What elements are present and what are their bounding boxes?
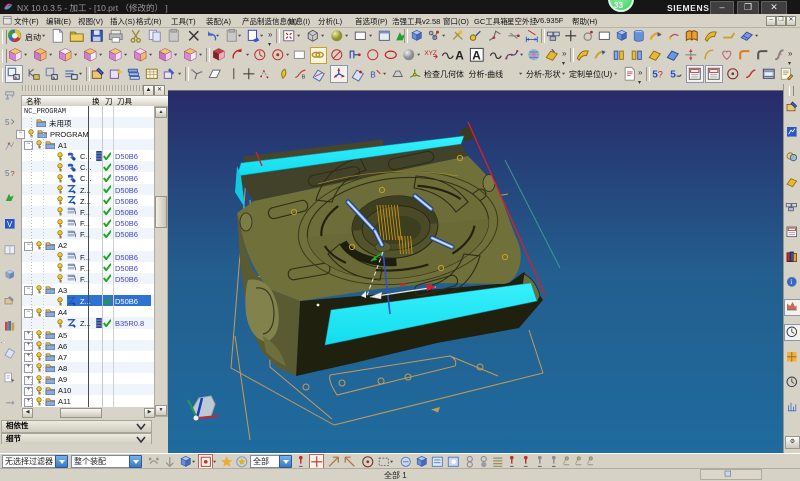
svg-text:5: 5: [5, 169, 10, 178]
svg-text:?: ?: [658, 69, 663, 79]
svg-text:?: ?: [11, 169, 15, 178]
svg-text:5: 5: [5, 118, 10, 127]
svg-text:B: B: [302, 74, 306, 80]
svg-text:i: i: [790, 278, 792, 286]
svg-text:A: A: [455, 48, 464, 62]
svg-text:5: 5: [670, 69, 676, 80]
svg-text:A: A: [472, 48, 481, 62]
svg-text:b: b: [53, 75, 56, 80]
svg-text:V: V: [7, 220, 13, 229]
svg-text:B: B: [370, 70, 376, 79]
svg-text:b: b: [15, 75, 18, 80]
svg-text:XYZ: XYZ: [424, 50, 437, 57]
